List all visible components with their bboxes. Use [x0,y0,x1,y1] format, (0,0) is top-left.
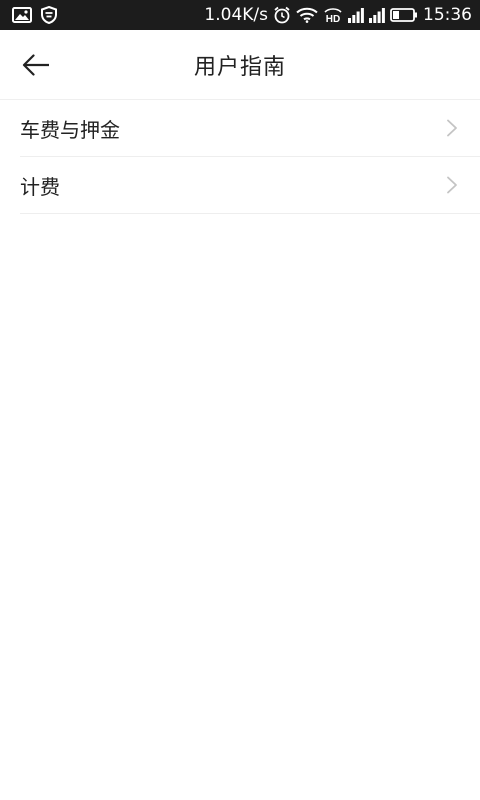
hd-icon: HD [323,6,343,24]
list-item-fare-deposit[interactable]: 车费与押金 [20,100,480,157]
status-bar: 1.04K/s HD 15:36 [0,0,480,30]
page-title: 用户指南 [193,55,286,80]
gallery-icon [12,7,32,23]
list-item-billing[interactable]: 计费 [20,157,480,214]
list-item-label: 计费 [20,174,60,199]
chevron-right-icon [446,119,458,137]
svg-text:HD: HD [326,14,340,24]
status-bar-left [12,6,58,24]
signal-icon [348,7,364,23]
app-bar: 用户指南 [0,30,480,100]
status-bar-right: 1.04K/s HD 15:36 [204,6,472,24]
shield-icon [40,6,58,24]
chevron-right-icon [446,176,458,194]
network-speed: 1.04K/s [204,4,268,25]
alarm-icon [273,6,291,24]
guide-list: 车费与押金 计费 [0,100,480,214]
status-time: 15:36 [423,4,472,25]
signal-icon [369,7,385,23]
wifi-icon [296,7,318,23]
battery-icon [390,7,418,23]
list-item-label: 车费与押金 [20,117,120,142]
